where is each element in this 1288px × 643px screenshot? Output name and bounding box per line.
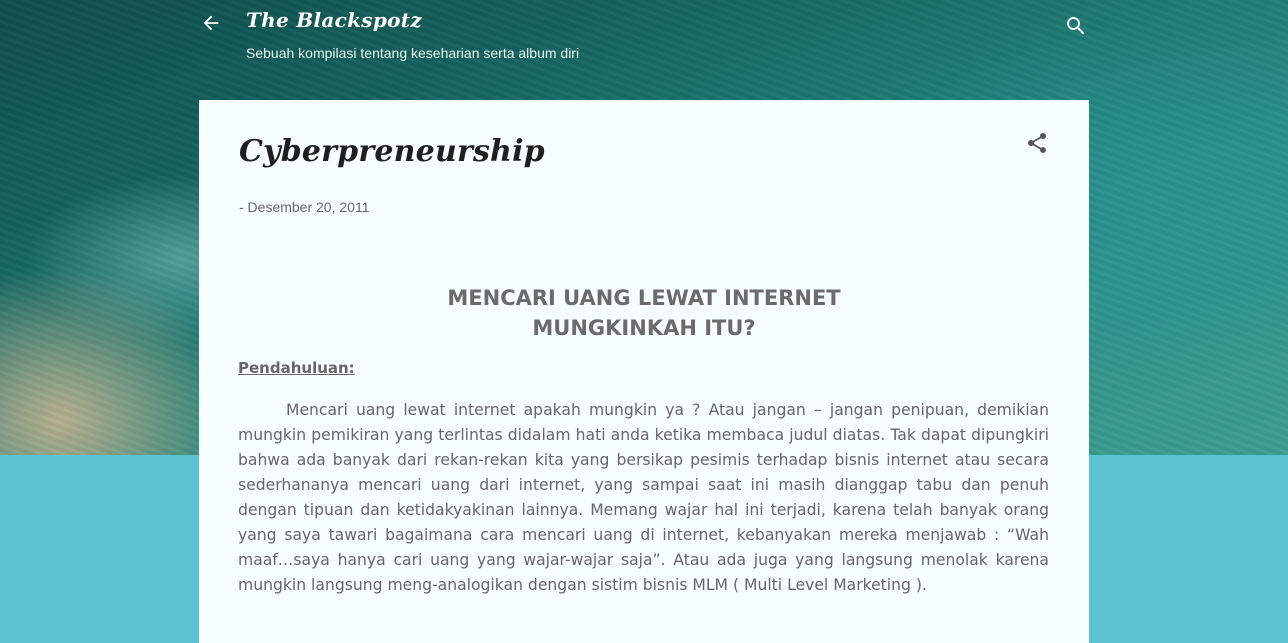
back-button[interactable] [200, 12, 222, 34]
arrow-left-icon [203, 15, 219, 31]
share-button[interactable] [1025, 131, 1049, 155]
article-paragraph: Mencari uang lewat internet apakah mungk… [238, 401, 1049, 594]
search-button[interactable] [1064, 14, 1088, 38]
blog-description: Sebuah kompilasi tentang keseharian sert… [246, 45, 580, 61]
article-headline: MENCARI UANG LEWAT INTERNET MUNGKINKAH I… [239, 283, 1049, 343]
section-heading: Pendahuluan: [238, 359, 355, 377]
post-date[interactable]: - Desember 20, 2011 [239, 199, 369, 215]
post-card: Cyberpreneurship - Desember 20, 2011 MEN… [199, 100, 1089, 643]
headline-line-2: MUNGKINKAH ITU? [532, 316, 756, 340]
headline-line-1: MENCARI UANG LEWAT INTERNET [447, 286, 841, 310]
search-icon [1067, 17, 1085, 35]
blog-title[interactable]: The Blackspotz [246, 8, 422, 32]
post-title[interactable]: Cyberpreneurship [239, 134, 545, 169]
share-icon [1028, 132, 1047, 153]
